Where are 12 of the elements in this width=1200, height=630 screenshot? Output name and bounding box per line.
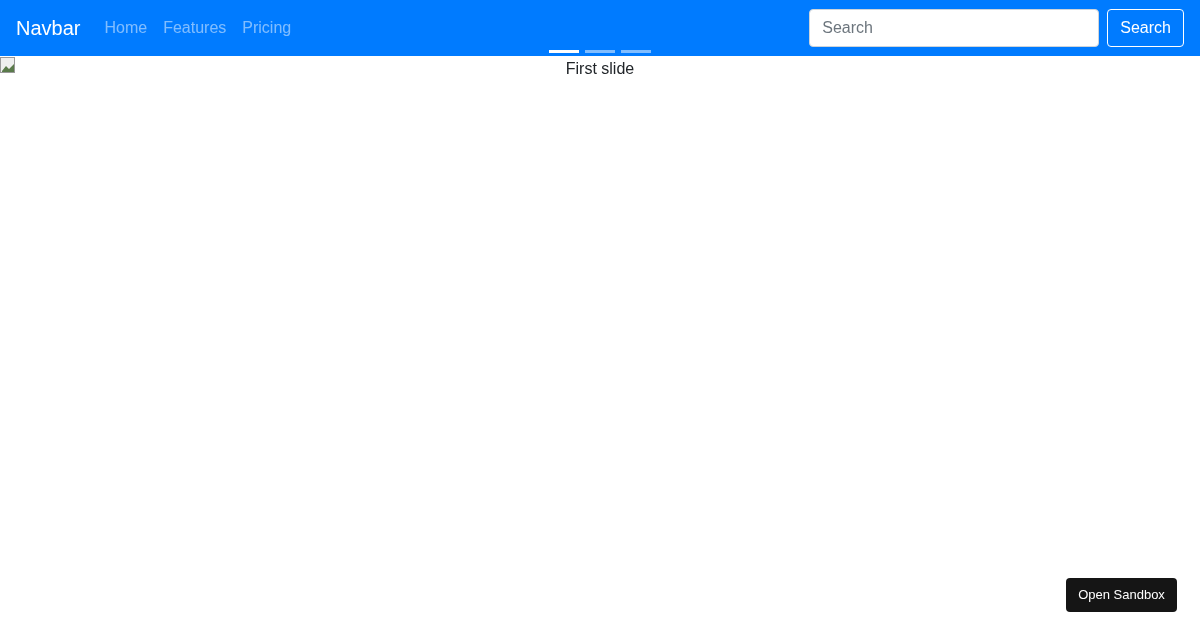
nav-link[interactable]: Pricing xyxy=(242,16,292,40)
brand-link[interactable]: Navbar xyxy=(16,13,81,43)
nav-link[interactable]: Home xyxy=(104,16,148,40)
search-field[interactable]: Search xyxy=(809,9,1100,47)
nav-link[interactable]: Features xyxy=(163,16,227,40)
open-sandbox-button[interactable]: Open Sandbox xyxy=(1066,578,1177,612)
broken-image-icon xyxy=(0,57,16,73)
carousel-indicator[interactable] xyxy=(621,50,651,53)
carousel-indicator[interactable] xyxy=(585,50,615,53)
slide-alt-text: First slide xyxy=(565,59,635,79)
search-button[interactable]: Search xyxy=(1107,9,1184,47)
carousel-indicator[interactable] xyxy=(549,50,579,53)
